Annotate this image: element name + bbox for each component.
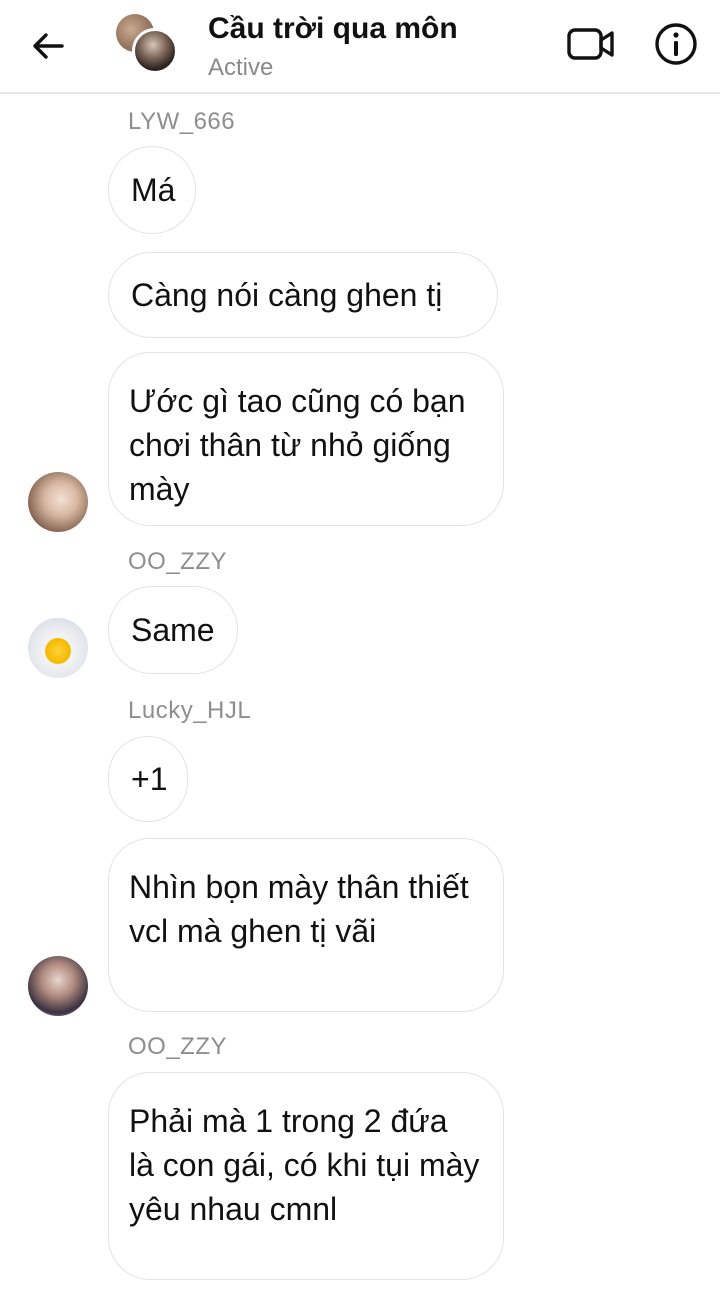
message-text: +1 <box>131 761 168 797</box>
avatar[interactable] <box>28 472 88 532</box>
video-camera-icon <box>567 28 614 60</box>
group-avatar-front <box>132 28 178 74</box>
arrow-left-icon <box>33 33 64 59</box>
message-bubble[interactable]: Càng nói càng ghen tị <box>108 252 498 338</box>
chat-title[interactable]: Cầu trời qua môn <box>208 12 458 46</box>
sender-name: OO_ZZY <box>128 548 228 575</box>
sender-name: Lucky_HJL <box>128 697 252 724</box>
message-bubble[interactable]: Ước gì tao cũng có bạn chơi thân từ nhỏ … <box>108 352 504 526</box>
chat-header: Cầu trời qua môn Active <box>0 0 720 94</box>
message-bubble[interactable]: Same <box>108 586 238 674</box>
message-text: Same <box>131 612 215 648</box>
group-avatar[interactable] <box>116 14 178 76</box>
video-call-button[interactable] <box>566 24 616 64</box>
sender-name: OO_ZZY <box>128 1033 228 1060</box>
info-button[interactable] <box>654 22 698 66</box>
info-icon <box>655 23 697 65</box>
sender-name: LYW_666 <box>128 108 236 135</box>
message-bubble[interactable]: Má <box>108 146 196 234</box>
message-bubble[interactable]: Nhìn bọn mày thân thiết vcl mà ghen tị v… <box>108 838 504 1012</box>
message-text: Ước gì tao cũng có bạn chơi thân từ nhỏ … <box>129 383 466 507</box>
message-bubble[interactable]: +1 <box>108 736 188 822</box>
message-text: Nhìn bọn mày thân thiết vcl mà ghen tị v… <box>129 869 469 949</box>
message-text: Phải mà 1 trong 2 đứa là con gái, có khi… <box>129 1103 480 1227</box>
active-status: Active <box>208 54 274 81</box>
message-text: Má <box>131 172 176 208</box>
back-button[interactable] <box>30 26 66 66</box>
avatar[interactable] <box>28 618 88 678</box>
message-text: Càng nói càng ghen tị <box>131 277 443 313</box>
avatar[interactable] <box>28 956 88 1016</box>
message-bubble[interactable]: Phải mà 1 trong 2 đứa là con gái, có khi… <box>108 1072 504 1280</box>
